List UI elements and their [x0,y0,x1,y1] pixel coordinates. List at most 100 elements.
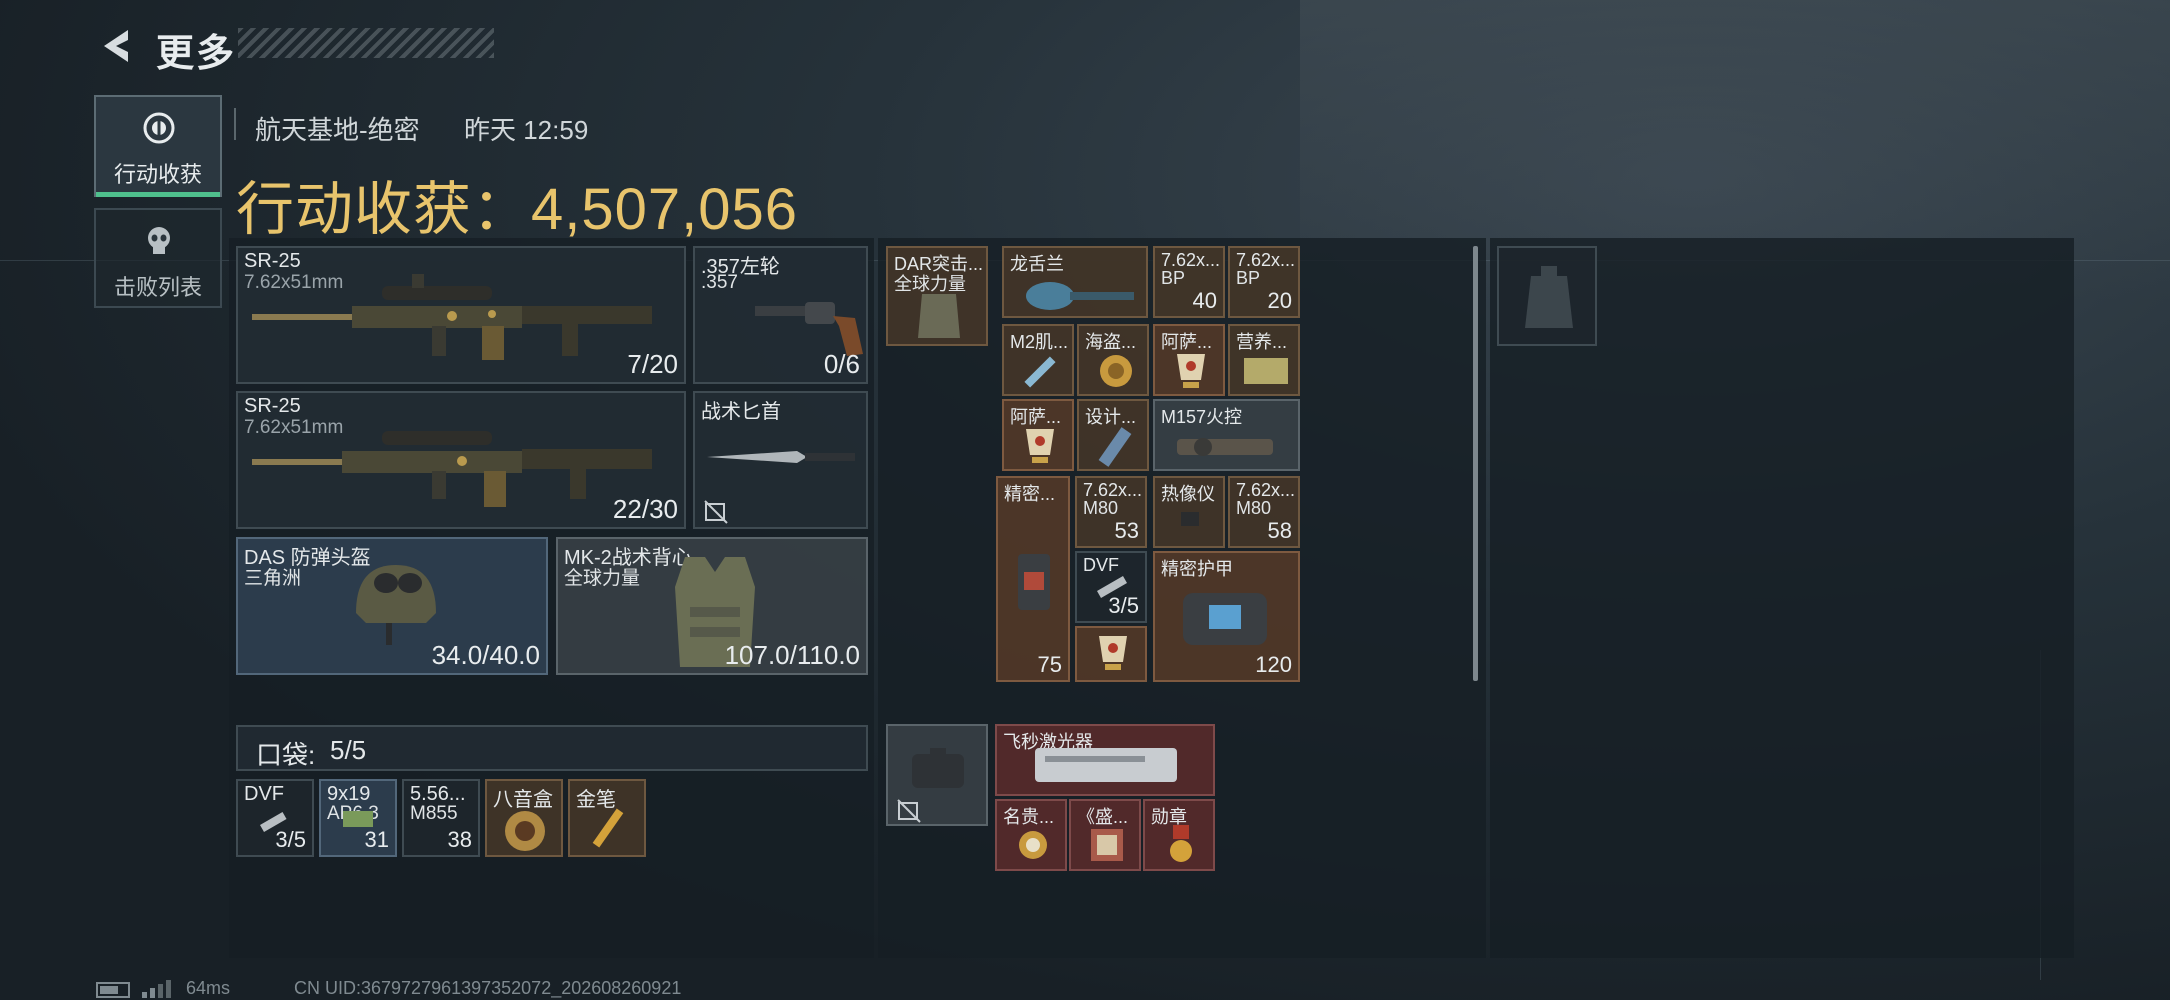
rifle-icon [252,431,652,507]
rig-item[interactable]: 海盗... [1077,324,1149,396]
rifle-icon [252,274,652,360]
rig-item[interactable]: 营养... [1228,324,1300,396]
tab-kill-list[interactable]: 击败列表 [94,208,222,308]
backpack-slot[interactable] [1497,246,1597,346]
cup-icon [1026,429,1054,463]
pocket-item[interactable]: 5.56... M855 38 [402,779,480,857]
item-sub: BP [1161,268,1186,288]
melee-slot[interactable]: 战术匕首 [693,391,868,529]
item-name: 精密护甲 [1161,559,1233,579]
ammo-count: 22/30 [612,494,678,524]
ammo-count: 7/20 [627,349,678,379]
rig-item[interactable] [1075,626,1147,682]
rig-slot[interactable]: DAR突击... 全球力量 [886,246,988,346]
armor-bag-icon [1183,593,1267,645]
rig-item[interactable]: DVF 3/5 [1075,551,1147,623]
no-insure-icon [704,500,728,524]
tab-kill-list-label: 击败列表 [113,275,202,300]
armor-plate-icon [1018,554,1050,610]
pocket-item[interactable]: 9x19 AP6.3 31 [319,779,397,857]
ration-icon [1244,358,1288,384]
melee-name: 战术匕首 [701,401,781,423]
syringe-icon [1024,356,1056,388]
rig-item[interactable]: 阿萨... [1153,324,1225,396]
divider [234,108,236,140]
case-item[interactable]: 飞秒激光器 [995,724,1215,796]
item-count: 40 [1192,288,1217,313]
raid-time: 昨天 12:59 [464,115,589,145]
pocket-header: 口袋: 5/5 [236,725,868,771]
item-count: 20 [1267,288,1292,313]
item-sub: M855 [410,803,458,824]
pocket-label: 口袋: [256,740,316,770]
helmet-durability: 34.0/40.0 [431,640,540,670]
music-box-icon [505,811,545,851]
cup-icon [1177,354,1205,388]
armor-slot[interactable]: MK-2战术背心 全球力量 107.0/110.0 [556,537,868,675]
rig-item[interactable]: 龙舌兰 [1002,246,1148,318]
armor-durability: 107.0/110.0 [724,640,860,670]
back-button[interactable] [94,24,138,68]
back-arrow-icon [104,30,128,62]
femtosecond-laser-icon [1035,748,1177,782]
fire-control-icon [1177,438,1273,456]
rig-item[interactable]: 7.62x... BP 40 [1153,246,1225,318]
item-count: 3/5 [275,827,306,852]
backpack-icon [1525,266,1573,328]
rig-item[interactable]: 热像仪 [1153,476,1225,548]
chest-rig-icon [918,294,960,338]
item-name: 精密... [1004,484,1056,504]
battery-icon [96,982,130,998]
rig-item[interactable]: M2肌... [1002,324,1074,396]
item-name: M2肌... [1010,332,1069,352]
signal-icon [142,980,171,998]
gold-pen-icon [592,808,624,848]
tab-harvest-label: 行动收获 [113,162,202,187]
ping-text: 64ms [186,978,231,998]
helmet-slot[interactable]: DAS 防弹头盔 三角洲 34.0/40.0 [236,537,548,675]
cup-icon [1099,636,1127,670]
rig-item[interactable]: 设计... [1077,399,1149,471]
armor-faction: 全球力量 [564,568,641,589]
tab-harvest[interactable]: 行动收获 [94,95,222,197]
item-count: 75 [1037,652,1062,677]
item-sub: M80 [1083,498,1119,518]
case-icon [912,748,964,788]
rig-item[interactable]: 阿萨... [1002,399,1074,471]
case-item[interactable]: 勋章 [1143,799,1215,871]
book-icon [1091,829,1123,861]
rig-item[interactable]: 7.62x... M80 53 [1075,476,1147,548]
rig-item[interactable]: M157火控 [1153,399,1300,471]
uid-text: CN UID:3679727961397352072_202608260921 [294,978,682,998]
blueprint-icon [1098,427,1132,467]
case-item[interactable]: 《盛... [1069,799,1141,871]
pocket-item[interactable]: 金笔 [568,779,646,857]
case-item[interactable]: 名贵... [995,799,1067,871]
rig-item[interactable]: 精密... 75 [996,476,1070,682]
harvest-total: 行动收获：4,507,056 [236,162,798,246]
knife-icon [707,451,855,463]
scrollbar[interactable] [1473,246,1478,681]
rig-item[interactable]: 精密护甲 120 [1153,551,1300,682]
item-count: 31 [364,827,389,852]
watch-icon [1019,831,1047,859]
weapon-slot-sidearm[interactable]: .357左轮 .357 0/6 [693,246,868,384]
pocket-item[interactable]: 八音盒 [485,779,563,857]
medal-icon [1170,825,1192,862]
page-title: 更多 [156,33,237,75]
pocket-capacity: 5/5 [330,735,367,765]
raid-location: 航天基地-绝密 [255,115,420,145]
item-name: M157火控 [1161,407,1243,427]
weapon-slot-primary[interactable]: SR-25 7.62x51mm 7/20 [236,246,686,384]
secure-case-slot[interactable] [886,724,988,826]
no-insure-icon [897,799,921,823]
item-count: 38 [447,827,472,852]
harvest-icon [143,112,175,144]
rig-item[interactable]: 7.62x... BP 20 [1228,246,1300,318]
helmet-icon [356,565,436,645]
item-count: 58 [1267,518,1292,543]
rig-item[interactable]: 7.62x... M80 58 [1228,476,1300,548]
item-name: 营养... [1236,332,1288,352]
pocket-item[interactable]: DVF 3/5 [236,779,314,857]
weapon-slot-secondary[interactable]: SR-25 7.62x51mm 22/30 [236,391,686,529]
